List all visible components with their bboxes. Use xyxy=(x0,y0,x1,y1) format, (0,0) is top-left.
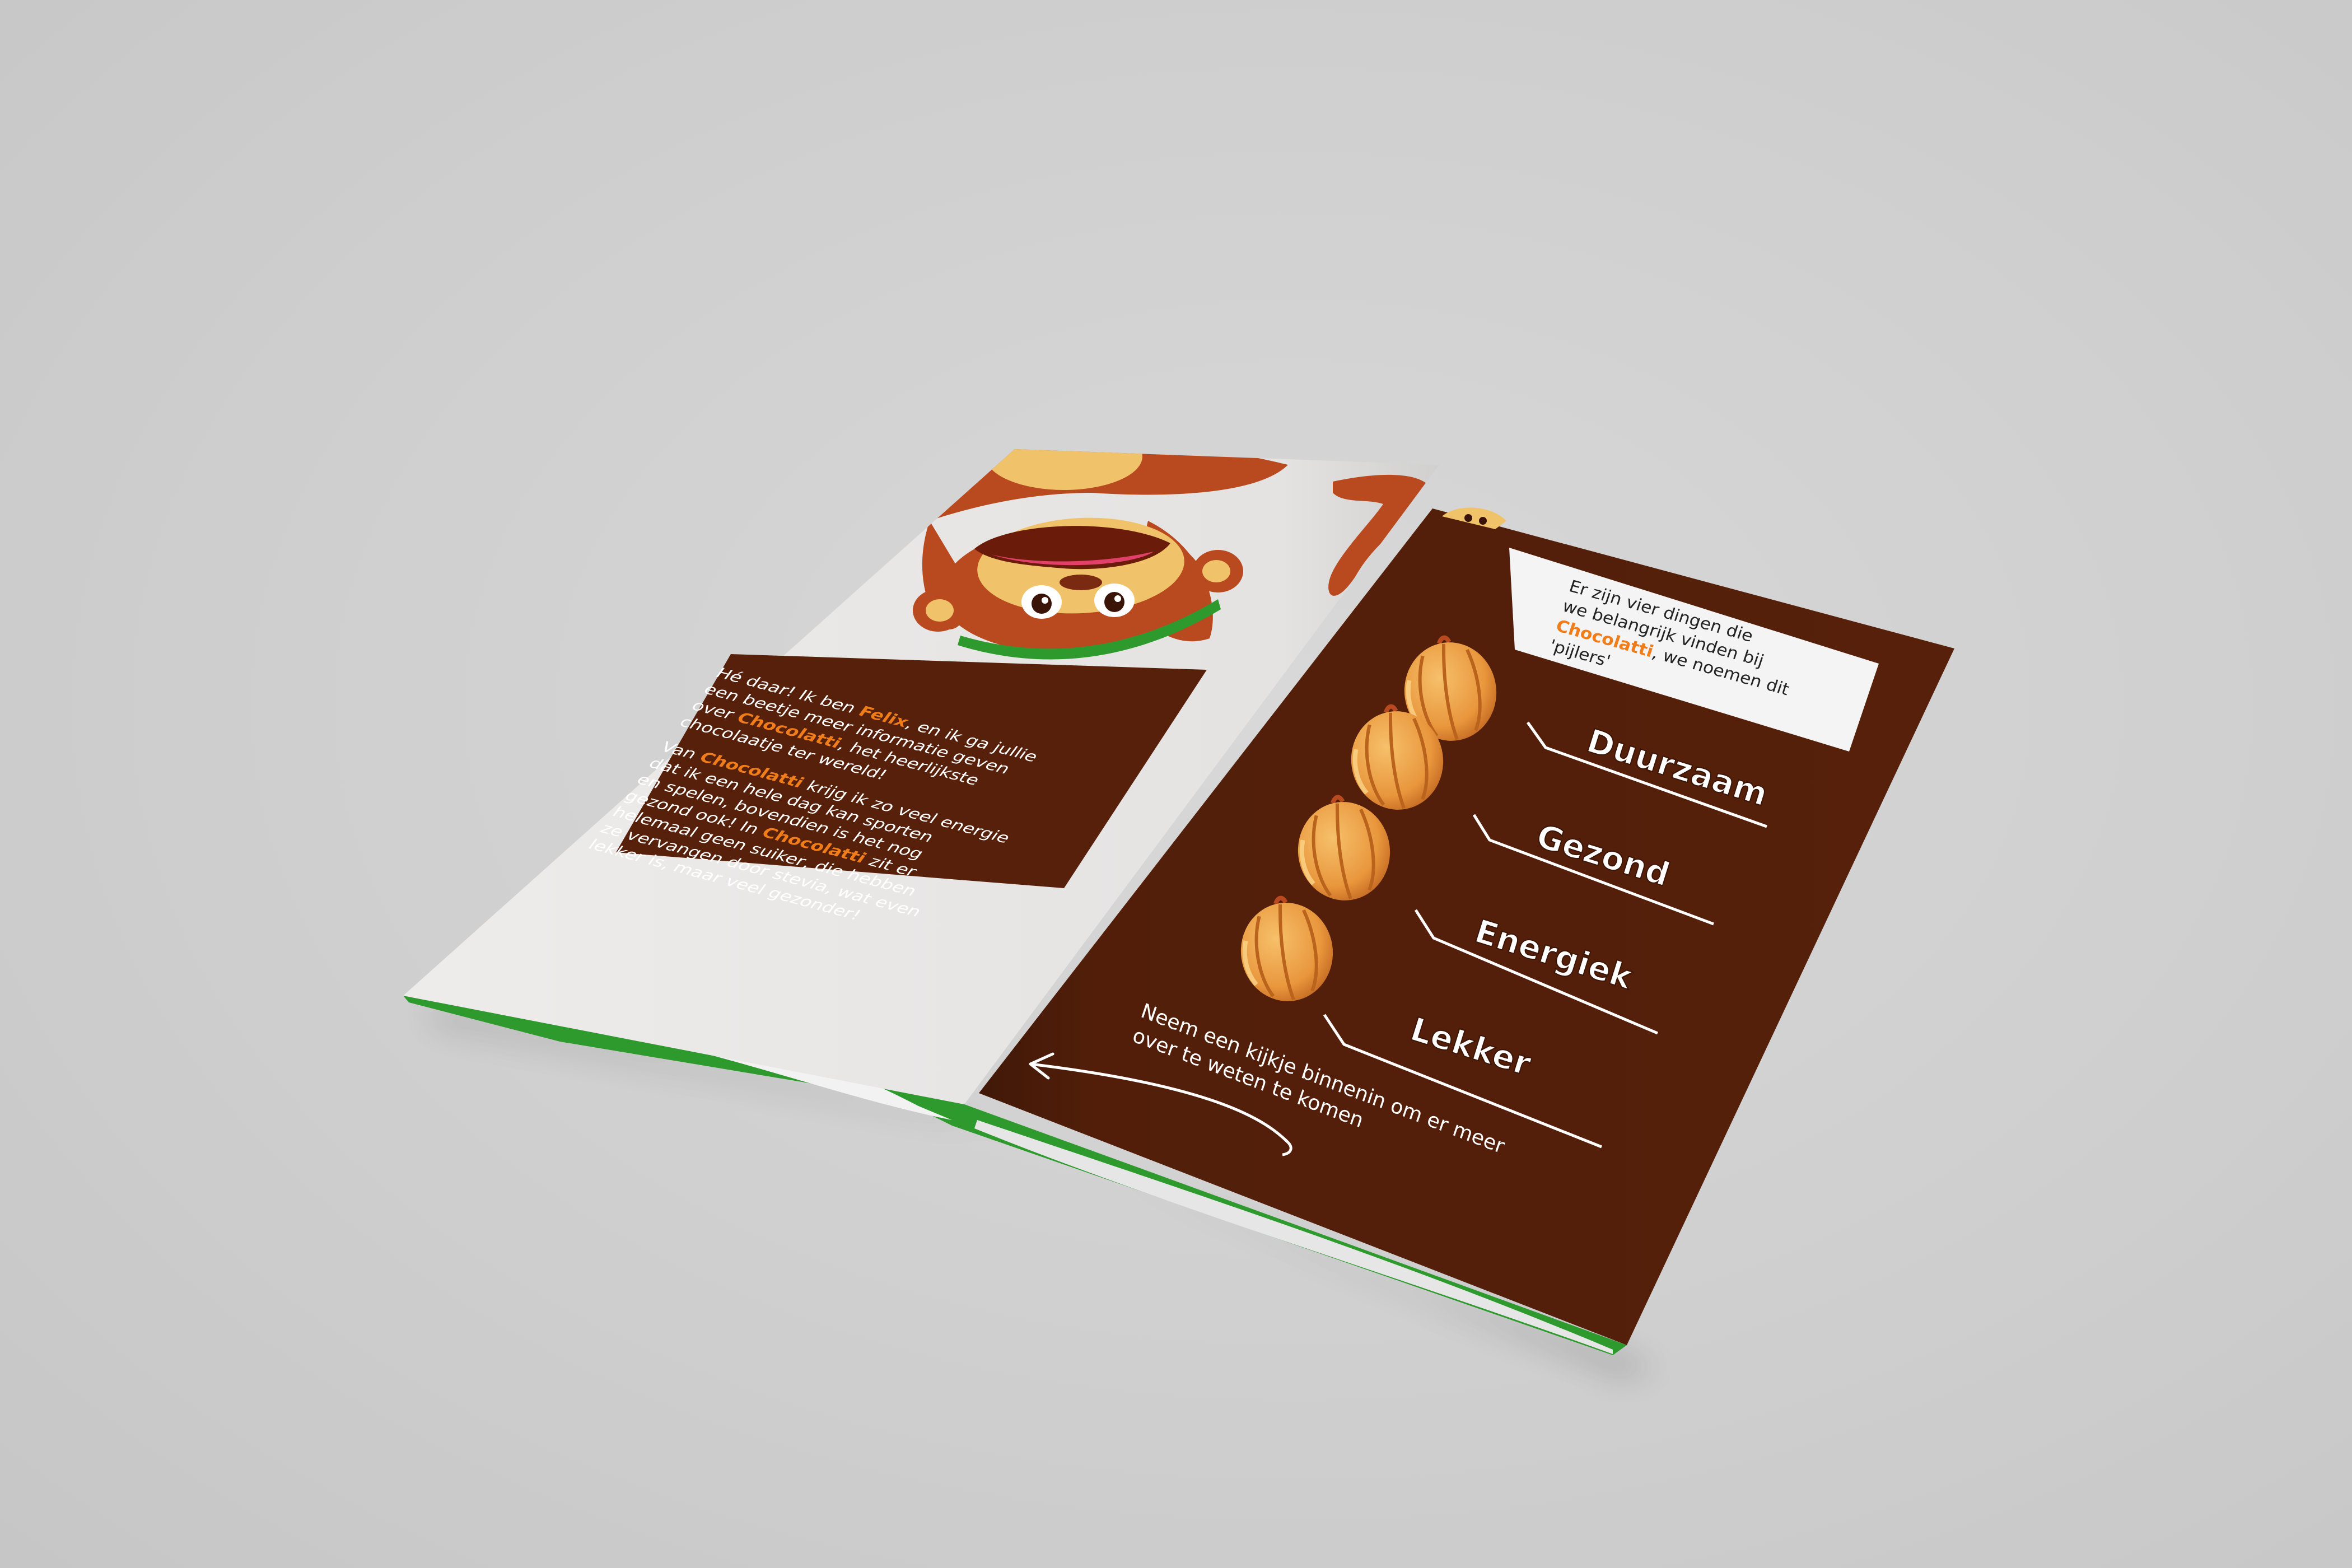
brochure-mockup: Hé daar! Ik ben Felix, en ik ga jullieee… xyxy=(403,449,1954,1378)
